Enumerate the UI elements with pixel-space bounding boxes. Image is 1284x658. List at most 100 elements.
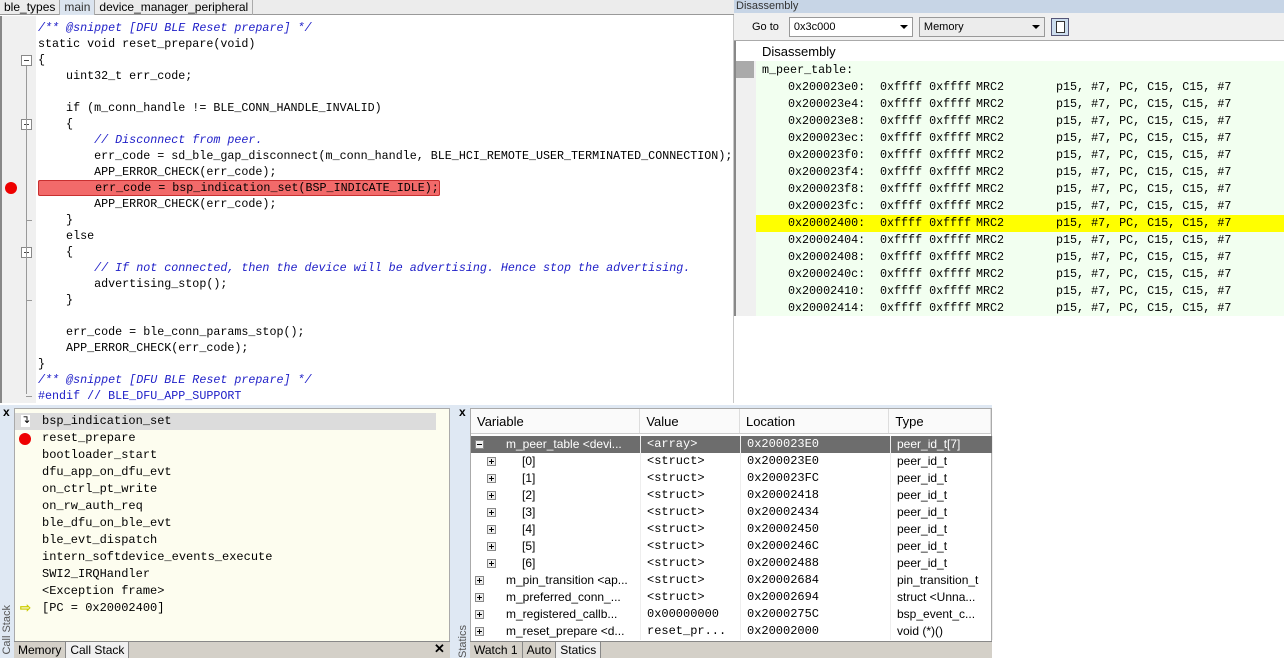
disassembly-row[interactable]: 0x20002414: 0xffff 0xffff MRC2 p15, #7, PC,…	[762, 300, 1256, 317]
fold-collapse-icon[interactable]	[21, 55, 32, 66]
code-text: }	[38, 293, 74, 307]
close-icon[interactable]: x	[459, 405, 466, 419]
location-cell: 0x200023FC	[741, 470, 891, 487]
call-stack-frame[interactable]: ↴ bsp_indication_set	[15, 413, 436, 430]
disasm-op: MRC2	[976, 148, 1005, 162]
column-header-location[interactable]: Location	[740, 409, 890, 433]
disassembly-row[interactable]: 0x200023f8: 0xffff 0xffff MRC2 p15, #7, PC,…	[762, 181, 1256, 198]
expand-icon[interactable]	[487, 457, 496, 467]
expand-icon[interactable]	[487, 508, 496, 518]
code-area[interactable]: /** @snippet [DFU BLE Reset prepare] */ s…	[36, 16, 734, 403]
tab-auto[interactable]: Auto	[523, 642, 557, 658]
table-row[interactable]: [2] <struct> 0x20002418 peer_id_t	[471, 487, 993, 504]
disassembly-row[interactable]: 0x20002410: 0xffff 0xffff MRC2 p15, #7, PC,…	[762, 283, 1256, 300]
call-stack-frame[interactable]: <Exception frame>	[15, 583, 436, 600]
call-stack-frame[interactable]: intern_softdevice_events_execute	[15, 549, 436, 566]
view-mode-select[interactable]: Memory	[918, 16, 1045, 37]
disassembly-row[interactable]: 0x20002400: 0xffff 0xffff MRC2 p15, #7, PC,…	[756, 215, 1284, 232]
code-line: {	[38, 244, 73, 260]
document-icon[interactable]	[1050, 17, 1069, 36]
disassembly-row[interactable]: 0x200023f0: 0xffff 0xffff MRC2 p15, #7, PC,…	[762, 147, 1256, 164]
code-text: static void reset_prepare(void)	[38, 37, 256, 51]
call-stack-frame[interactable]: reset_prepare	[15, 430, 436, 447]
value-cell: <struct>	[641, 487, 741, 504]
column-header-value[interactable]: Value	[640, 409, 740, 433]
chevron-down-icon[interactable]	[1031, 24, 1040, 29]
tab-watch-1[interactable]: Watch 1	[470, 642, 523, 658]
breakpoint-icon[interactable]	[5, 182, 17, 194]
disassembly-row[interactable]: 0x2000240c: 0xffff 0xffff MRC2 p15, #7, PC,…	[762, 266, 1256, 283]
disassembly-row[interactable]: 0x200023ec: 0xffff 0xffff MRC2 p15, #7, PC,…	[762, 130, 1256, 147]
table-row[interactable]: m_peer_table <devi... <array> 0x200023E0 pe…	[471, 436, 993, 453]
column-header-variable[interactable]: Variable	[471, 409, 641, 433]
expand-icon[interactable]	[475, 610, 484, 620]
expand-icon[interactable]	[475, 593, 484, 603]
table-row[interactable]: m_registered_callb... 0x00000000 0x2000275…	[471, 606, 993, 623]
table-row[interactable]: m_reset_prepare <d... reset_pr... 0x200020…	[471, 623, 993, 640]
table-row[interactable]: [3] <struct> 0x20002434 peer_id_t	[471, 504, 993, 521]
close-icon[interactable]: x	[3, 405, 10, 419]
call-stack-frame[interactable]: bootloader_start	[15, 447, 436, 464]
call-stack-frame[interactable]: ble_dfu_on_ble_evt	[15, 515, 436, 532]
disassembly-row[interactable]: 0x200023f4: 0xffff 0xffff MRC2 p15, #7, PC,…	[762, 164, 1256, 181]
disassembly-row[interactable]: 0x200023e4: 0xffff 0xffff MRC2 p15, #7, PC,…	[762, 96, 1256, 113]
tab-memory[interactable]: Memory	[14, 642, 67, 658]
expand-icon[interactable]	[475, 627, 484, 637]
disassembly-row[interactable]: 0x200023e0: 0xffff 0xffff MRC2 p15, #7, PC,…	[762, 79, 1256, 96]
disasm-op: MRC2	[976, 80, 1005, 94]
call-stack-frame[interactable]: ⇨ [PC = 0x20002400]	[15, 600, 436, 617]
disasm-addr: 0x200023ec:	[788, 131, 866, 145]
expand-icon[interactable]	[487, 559, 496, 569]
column-header-type[interactable]: Type	[889, 409, 991, 433]
call-stack-list[interactable]: ↴ bsp_indication_set reset_prepare bootload…	[14, 408, 450, 643]
disasm-b: 0xffff 0xffff	[880, 284, 972, 298]
call-stack-frame[interactable]: dfu_app_on_dfu_evt	[15, 464, 436, 481]
goto-address-combo[interactable]: 0x3c000	[788, 16, 913, 37]
disassembly-row[interactable]: 0x20002408: 0xffff 0xffff MRC2 p15, #7, PC,…	[762, 249, 1256, 266]
tab-statics[interactable]: Statics	[556, 642, 602, 658]
disassembly-view[interactable]: Disassembly m_peer_table: 0x200023e0: 0xf…	[734, 41, 1284, 316]
code-editor[interactable]: ble_types main device_manager_peripheral /…	[0, 0, 734, 403]
table-row[interactable]: [5] <struct> 0x2000246C peer_id_t	[471, 538, 993, 555]
table-row[interactable]: m_pin_transition <ap... <struct> 0x2000268…	[471, 572, 993, 589]
call-stack-frame[interactable]: ble_evt_dispatch	[15, 532, 436, 549]
table-row[interactable]: [0] <struct> 0x200023E0 peer_id_t	[471, 453, 993, 470]
code-text: APP_ERROR_CHECK(err_code);	[38, 341, 249, 355]
expand-icon[interactable]	[487, 491, 496, 501]
call-stack-frame[interactable]: SWI2_IRQHandler	[15, 566, 436, 583]
type-cell: void (*)()	[891, 623, 993, 640]
expand-icon[interactable]	[487, 474, 496, 484]
expand-icon[interactable]	[487, 542, 496, 552]
call-stack-frame[interactable]: on_rw_auth_req	[15, 498, 436, 515]
collapse-icon[interactable]	[475, 440, 484, 450]
code-text: }	[38, 213, 74, 227]
call-stack-frame[interactable]: on_ctrl_pt_write	[15, 481, 436, 498]
expand-icon[interactable]	[487, 525, 496, 535]
expand-icon[interactable]	[475, 576, 484, 586]
statics-table[interactable]: Variable Value Location Type m_peer_table <…	[470, 408, 993, 642]
close-icon[interactable]: ✕	[434, 641, 445, 657]
disasm-args: p15, #7, PC, C15, C15, #7	[1056, 165, 1232, 179]
chevron-down-icon[interactable]	[899, 24, 908, 29]
disassembly-row[interactable]: 0x200023fc: 0xffff 0xffff MRC2 p15, #7, PC,…	[762, 198, 1256, 215]
variable-name: m_preferred_conn_...	[506, 590, 621, 604]
disassembly-row[interactable]: 0x20002404: 0xffff 0xffff MRC2 p15, #7, PC,…	[762, 232, 1256, 249]
fold-end	[26, 396, 32, 397]
type-cell: peer_id_t[7]	[891, 436, 993, 453]
tab-call-stack[interactable]: Call Stack	[66, 642, 130, 658]
table-row[interactable]: m_preferred_conn_... <struct> 0x20002694 st…	[471, 589, 993, 606]
tab-main[interactable]: main	[60, 0, 96, 15]
table-row[interactable]: [4] <struct> 0x20002450 peer_id_t	[471, 521, 993, 538]
disasm-args: p15, #7, PC, C15, C15, #7	[1056, 199, 1232, 213]
disassembly-row[interactable]: 0x200023e8: 0xffff 0xffff MRC2 p15, #7, PC,…	[762, 113, 1256, 130]
editor-gutter[interactable]	[0, 16, 36, 403]
table-row[interactable]: [6] <struct> 0x20002488 peer_id_t	[471, 555, 993, 572]
code-text: /** @snippet [DFU BLE Reset prepare] */	[38, 21, 312, 35]
table-row[interactable]: [1] <struct> 0x200023FC peer_id_t	[471, 470, 993, 487]
type-cell: peer_id_t	[891, 538, 993, 555]
view-mode-value: Memory	[923, 20, 964, 33]
tab-ble-types[interactable]: ble_types	[0, 0, 61, 15]
disasm-op: MRC2	[976, 267, 1005, 281]
location-cell: 0x200023E0	[741, 436, 891, 453]
tab-device-manager-peripheral[interactable]: device_manager_peripheral	[95, 0, 254, 15]
